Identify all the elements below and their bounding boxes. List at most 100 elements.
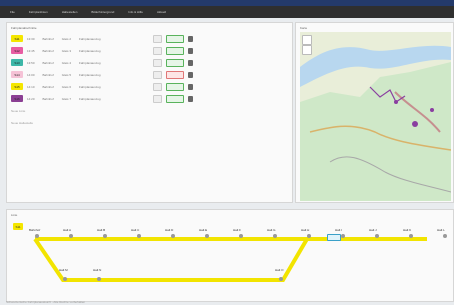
edit-button[interactable] <box>153 34 163 43</box>
edit-button[interactable] <box>153 94 163 103</box>
schedule-row[interactable]: S14 14:00 Bahnhof Gleis 5 Fahrplanauszug <box>11 69 291 80</box>
stop-label: Halt J <box>369 228 377 232</box>
muted-row[interactable]: Neue Haltestelle <box>11 117 291 128</box>
route-diagram <box>33 237 427 282</box>
station-text: Bahnhof <box>42 60 54 65</box>
platform-text: Gleis 3 <box>61 48 72 53</box>
menu-item-info[interactable]: Info & Hilfe <box>128 10 143 14</box>
menu-item-bilderhintergrund[interactable]: Bilderhintergrund <box>91 10 114 14</box>
menu-item-fahrplanlinien[interactable]: Fahrplanlinien <box>29 10 48 14</box>
warning-button[interactable] <box>166 70 185 79</box>
schedule-row[interactable]: S16 14:20 Bahnhof Gleis 7 Fahrplanauszug <box>11 93 291 104</box>
platform-text: Gleis 7 <box>61 96 72 101</box>
stop-node[interactable] <box>137 234 141 238</box>
map-panel: Karte <box>295 22 454 203</box>
stop-label: Halt D <box>165 228 174 232</box>
delete-icon[interactable] <box>188 95 194 102</box>
route-panel: Linie S11 Bahnhof Halt A Halt B Halt C H… <box>6 209 454 302</box>
status-button[interactable] <box>166 46 185 55</box>
stop-label: Halt M <box>59 268 68 272</box>
stop-label: Halt O <box>275 268 284 272</box>
delete-icon[interactable] <box>188 59 194 66</box>
time-text: 14:20 <box>27 96 35 101</box>
stop-node[interactable] <box>409 234 413 238</box>
description-text: Fahrplanauszug <box>79 84 101 89</box>
time-text: 13:50 <box>27 60 35 65</box>
stop-node[interactable] <box>239 234 243 238</box>
platform-text: Gleis 2 <box>61 36 72 41</box>
delete-icon[interactable] <box>188 35 194 42</box>
line-badge: S12 <box>11 47 23 54</box>
station-text: Bahnhof <box>42 72 54 77</box>
muted-row[interactable]: Neue Linie <box>11 105 291 116</box>
line-badge: S13 <box>11 59 23 66</box>
delete-icon[interactable] <box>188 47 194 54</box>
schedule-row[interactable]: S11 13:30 Bahnhof Gleis 2 Fahrplanauszug <box>11 33 291 44</box>
schedule-row[interactable]: S15 14:10 Bahnhof Gleis 6 Fahrplanauszug <box>11 81 291 92</box>
edit-button[interactable] <box>153 70 163 79</box>
zoom-in-button[interactable] <box>302 35 312 45</box>
line-badge: S14 <box>11 71 23 78</box>
schedule-panel-title: Fahrplanabschnitte <box>11 26 37 30</box>
zoom-out-button[interactable] <box>302 45 312 55</box>
stop-label: Halt E <box>199 228 208 232</box>
station-text: Bahnhof <box>42 48 54 53</box>
stop-node[interactable] <box>103 234 107 238</box>
time-text: 13:45 <box>27 48 35 53</box>
stop-node[interactable] <box>171 234 175 238</box>
status-button[interactable] <box>166 82 185 91</box>
description-text: Fahrplanauszug <box>79 72 101 77</box>
delete-icon[interactable] <box>188 71 194 78</box>
line-badge: S16 <box>11 95 23 102</box>
platform-text: Gleis 6 <box>61 84 72 89</box>
time-text: 14:10 <box>27 84 35 89</box>
stop-label: Halt A <box>63 228 72 232</box>
stop-node[interactable] <box>63 277 67 281</box>
edit-button[interactable] <box>153 82 163 91</box>
stop-node[interactable] <box>35 234 39 238</box>
edit-button[interactable] <box>153 46 163 55</box>
schedule-row[interactable]: S12 13:45 Bahnhof Gleis 3 Fahrplanauszug <box>11 45 291 56</box>
muted-row-label: Neue Haltestelle <box>11 120 34 125</box>
menu-item-haltestellen[interactable]: Haltestellen <box>62 10 78 14</box>
stop-node[interactable] <box>279 277 283 281</box>
stop-node[interactable] <box>205 234 209 238</box>
map-canvas[interactable] <box>300 32 451 201</box>
description-text: Fahrplanauszug <box>79 36 101 41</box>
stop-node[interactable] <box>273 234 277 238</box>
schedule-panel: Fahrplanabschnitte S11 13:30 Bahnhof Gle… <box>6 22 293 203</box>
description-text: Fahrplanauszug <box>79 48 101 53</box>
stop-node[interactable] <box>69 234 73 238</box>
stop-label: Halt K <box>403 228 412 232</box>
stop-node[interactable] <box>375 234 379 238</box>
time-text: 13:30 <box>27 36 35 41</box>
delete-icon[interactable] <box>188 83 194 90</box>
time-text: 14:00 <box>27 72 35 77</box>
stop-label: Halt I <box>335 228 343 232</box>
platform-text: Gleis 4 <box>61 60 72 65</box>
line-badge: S15 <box>11 83 23 90</box>
muted-row-label: Neue Linie <box>11 108 26 113</box>
stop-node[interactable] <box>97 277 101 281</box>
description-text: Fahrplanauszug <box>79 60 101 65</box>
stop-node[interactable] <box>341 234 345 238</box>
stop-node[interactable] <box>443 234 447 238</box>
footer-text: Schweizerische Fahrplanauskunft - Alle R… <box>6 300 86 304</box>
stop-node[interactable] <box>307 234 311 238</box>
stop-label: Bahnhof <box>29 228 41 232</box>
status-button[interactable] <box>166 34 185 43</box>
edit-button[interactable] <box>153 58 163 67</box>
status-button[interactable] <box>166 58 185 67</box>
status-button[interactable] <box>166 94 185 103</box>
stop-label: Halt C <box>131 228 140 232</box>
map-title: Karte <box>300 26 308 30</box>
main-menu: File Fahrplanlinien Haltestellen Bilderh… <box>0 6 454 18</box>
menu-item-file[interactable]: File <box>10 10 15 14</box>
selected-segment-indicator[interactable] <box>327 234 341 241</box>
schedule-row[interactable]: S13 13:50 Bahnhof Gleis 4 Fahrplanauszug <box>11 57 291 68</box>
line-badge: S11 <box>11 35 23 42</box>
stop-label: Halt F <box>233 228 242 232</box>
stop-label: Halt G <box>267 228 276 232</box>
menu-item-aktuell[interactable]: Aktuell <box>157 10 166 14</box>
stop-label: Halt L <box>437 228 445 232</box>
